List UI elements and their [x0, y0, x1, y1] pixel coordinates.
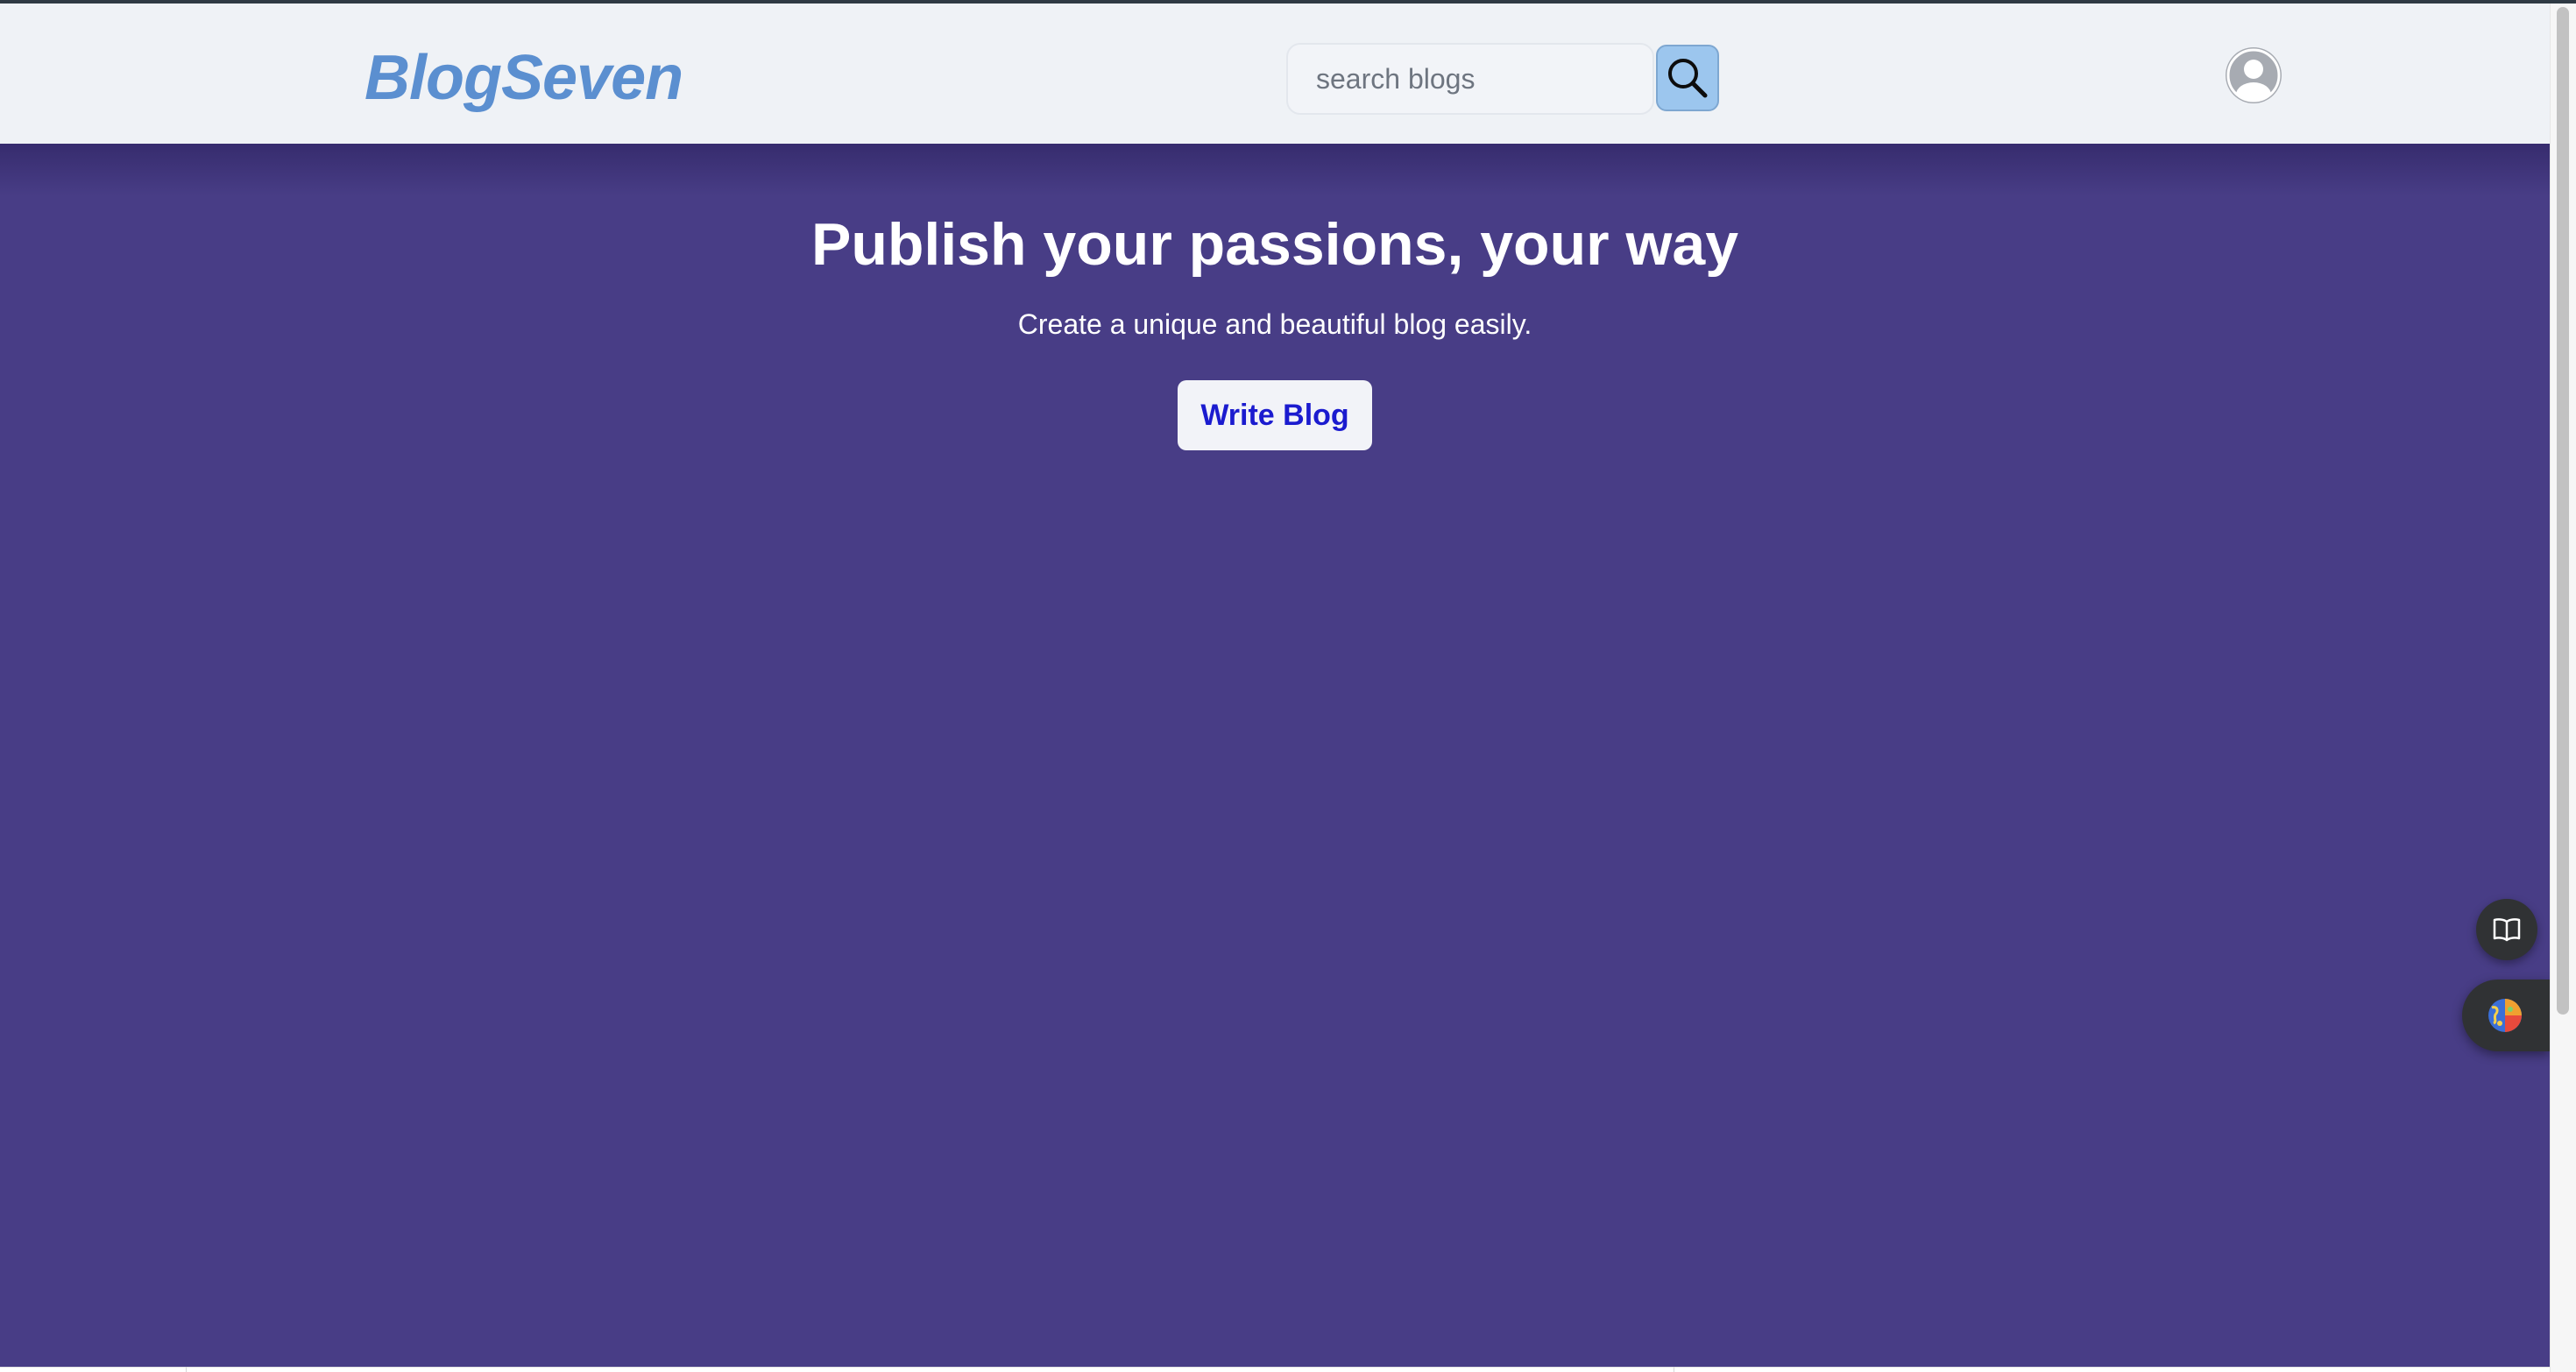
hero-subtitle: Create a unique and beautiful blog easil…	[1017, 308, 1532, 340]
site-logo[interactable]: BlogSeven	[364, 39, 683, 117]
search-icon	[1668, 59, 1708, 98]
scrollbar-thumb[interactable]	[2557, 7, 2569, 1015]
search-input[interactable]	[1286, 43, 1654, 115]
hero-section: Publish your passions, your way Create a…	[0, 144, 2550, 1367]
reader-mode-button[interactable]	[2476, 899, 2537, 960]
colorful-globe-icon	[2488, 999, 2522, 1032]
user-avatar-button[interactable]	[2224, 46, 2283, 105]
bottom-divider	[186, 1367, 187, 1372]
site-header: BlogSeven	[0, 4, 2550, 144]
write-blog-button[interactable]: Write Blog	[1178, 380, 1372, 450]
search-button[interactable]	[1656, 45, 1719, 111]
page-bottom-edge	[0, 1367, 2550, 1372]
search-bar	[1286, 43, 1719, 115]
browser-extension-button[interactable]	[2462, 979, 2550, 1051]
header-shadow	[0, 144, 2550, 196]
user-avatar-icon	[2226, 47, 2282, 103]
hero-title: Publish your passions, your way	[810, 211, 1739, 278]
open-book-icon	[2493, 918, 2521, 942]
